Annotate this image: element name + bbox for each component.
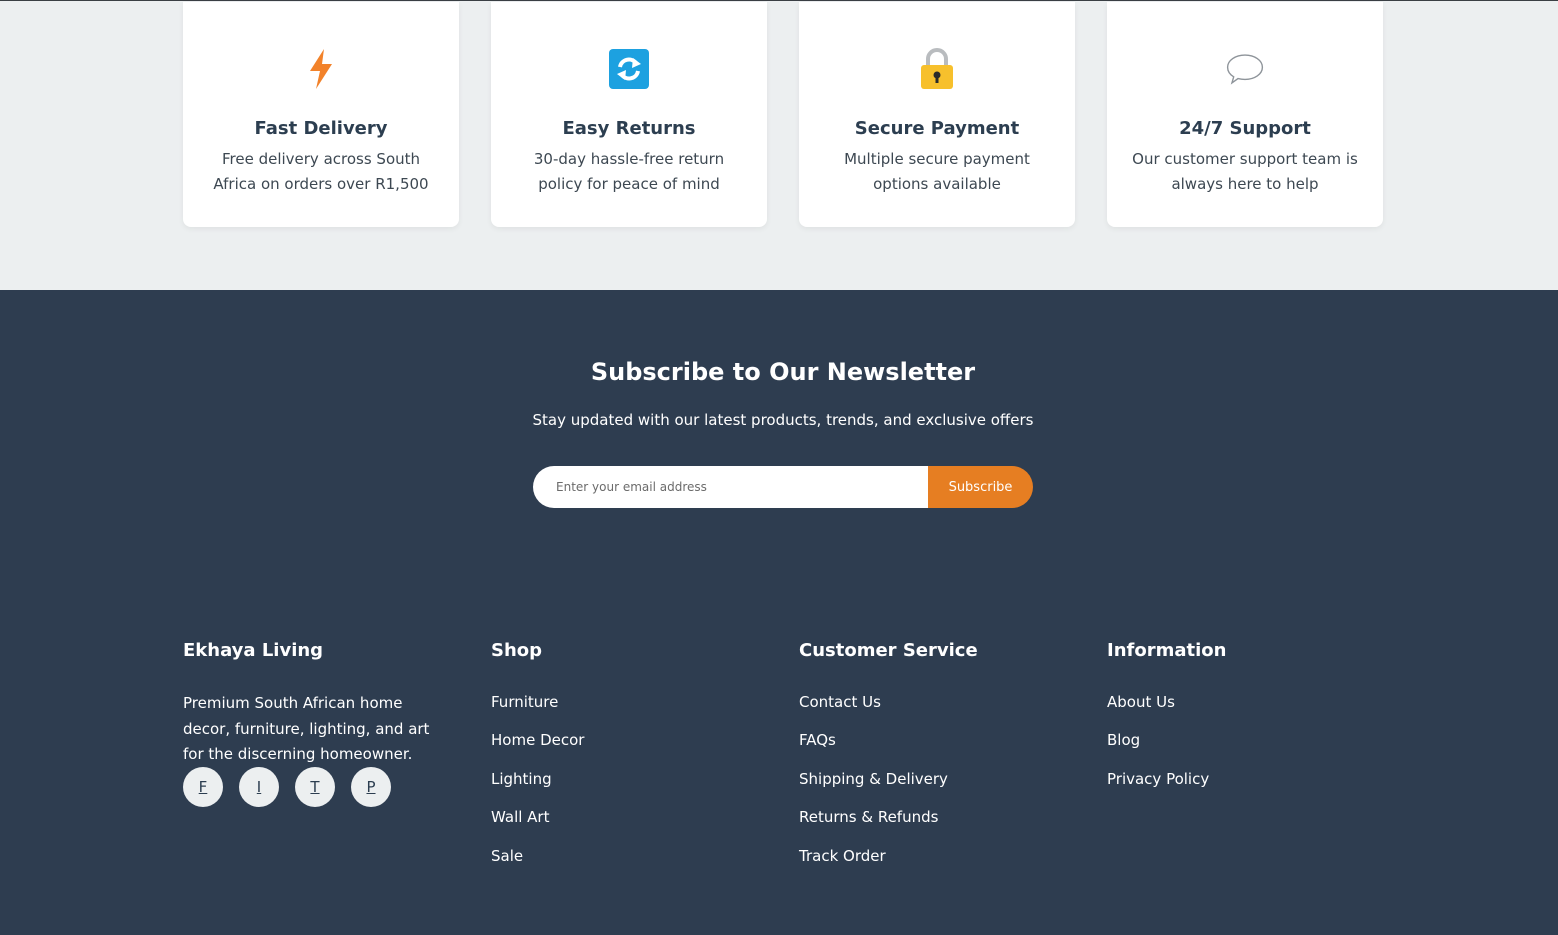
features-section: Fast Delivery Free delivery across South… [0,0,1558,290]
lock-icon [917,46,957,92]
footer-brand-title: Ekhaya Living [183,640,324,661]
newsletter-subtitle: Stay updated with our latest products, t… [532,411,1034,429]
newsletter-title: Subscribe to Our Newsletter [590,358,976,386]
refresh-icon [609,46,649,92]
footer-service-column: Customer Service Contact Us FAQs Shippin… [799,640,978,883]
pinterest-link[interactable]: P [351,767,391,807]
feature-title: 24/7 Support [1179,118,1311,139]
instagram-link[interactable]: I [239,767,279,807]
feature-title: Secure Payment [854,118,1020,139]
footer-link-privacy-policy[interactable]: Privacy Policy [1107,770,1209,788]
footer-link-sale[interactable]: Sale [491,847,523,865]
footer-link-returns-refunds[interactable]: Returns & Refunds [799,808,938,826]
feature-description: Free delivery across South Africa on ord… [213,150,429,193]
footer-info-title: Information [1107,640,1227,661]
feature-card-support: 24/7 Support Our customer support team i… [1107,2,1383,227]
subscribe-button[interactable]: Subscribe [928,466,1033,508]
footer-link-shipping-delivery[interactable]: Shipping & Delivery [799,770,948,788]
footer-link-contact-us[interactable]: Contact Us [799,693,881,711]
newsletter-form: Subscribe [533,466,1033,508]
social-links: F I T P [183,767,391,807]
feature-description: Our customer support team is always here… [1132,150,1358,193]
footer-about-text: Premium South African home decor, furnit… [183,694,430,763]
footer-link-faqs[interactable]: FAQs [799,731,836,749]
speech-bubble-icon [1225,46,1265,92]
feature-card-easy-returns: Easy Returns 30-day hassle-free return p… [491,2,767,227]
feature-title: Fast Delivery [254,118,388,139]
email-input[interactable] [533,466,928,508]
footer-brand-column: Ekhaya Living Premium South African home… [183,640,453,768]
feature-title: Easy Returns [562,118,696,139]
lightning-icon [301,46,341,92]
feature-card-secure-payment: Secure Payment Multiple secure payment o… [799,2,1075,227]
footer-link-wall-art[interactable]: Wall Art [491,808,549,826]
footer-link-furniture[interactable]: Furniture [491,693,558,711]
facebook-link[interactable]: F [183,767,223,807]
footer-link-track-order[interactable]: Track Order [799,847,886,865]
feature-description: 30-day hassle-free return policy for pea… [533,150,725,193]
twitter-link[interactable]: T [295,767,335,807]
footer-service-title: Customer Service [799,640,978,661]
footer-link-home-decor[interactable]: Home Decor [491,731,584,749]
footer-link-blog[interactable]: Blog [1107,731,1140,749]
feature-card-fast-delivery: Fast Delivery Free delivery across South… [183,2,459,227]
footer-shop-title: Shop [491,640,543,661]
footer-link-about-us[interactable]: About Us [1107,693,1175,711]
feature-description: Multiple secure payment options availabl… [844,150,1030,193]
footer-shop-column: Shop Furniture Home Decor Lighting Wall … [491,640,584,883]
footer-link-lighting[interactable]: Lighting [491,770,552,788]
footer-info-column: Information About Us Blog Privacy Policy [1107,640,1226,806]
